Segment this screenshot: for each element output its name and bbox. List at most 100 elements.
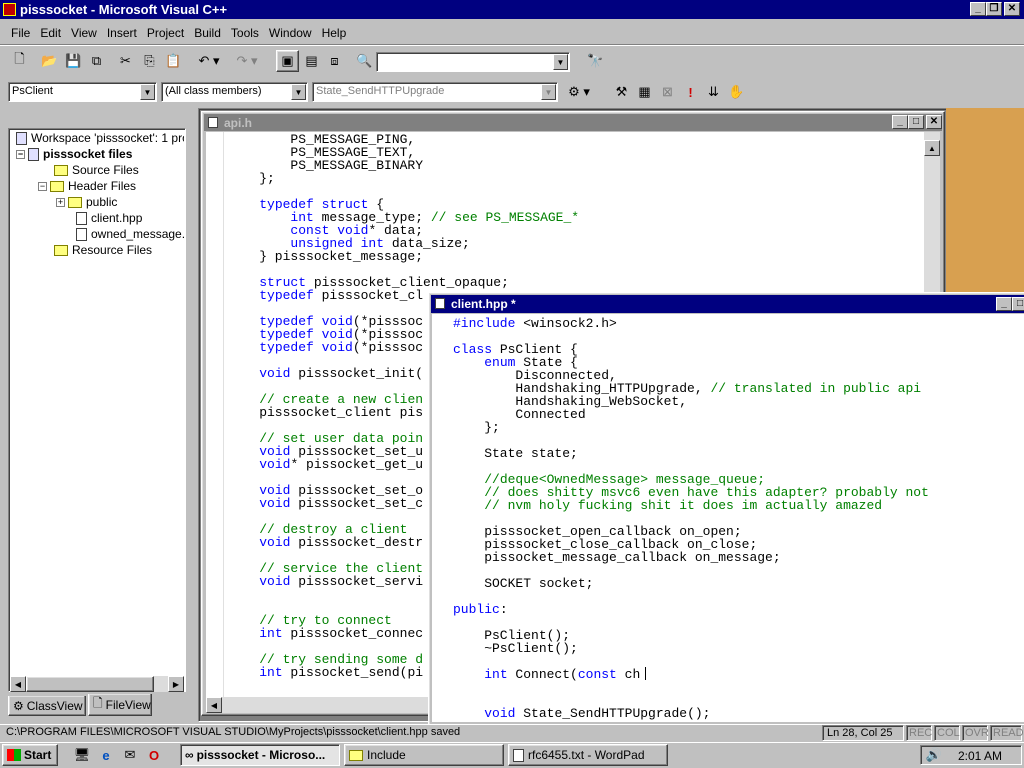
tree-header-files[interactable]: − Header Files [38,178,136,194]
copy-icon[interactable]: ⎘ [138,50,161,72]
stop-build-icon[interactable]: ⊠ [656,81,679,103]
menu-build[interactable]: Build [189,24,226,42]
class-combo[interactable]: PsClient ▼ [8,82,157,102]
client-code-view: #include <winsock2.h> class PsClient { en… [453,317,929,720]
task-pisssocket[interactable]: ∞ pisssocket - Microso... [180,744,340,766]
client-editor[interactable]: #include <winsock2.h> class PsClient { en… [432,314,1024,722]
header-files-label: Header Files [68,179,137,193]
menu-tools[interactable]: Tools [226,24,264,42]
folder-icon [68,197,82,209]
client-window-title-bar[interactable]: client.hpp * [431,295,1024,313]
background-window-region [946,108,1024,294]
close-button[interactable]: ✕ [1004,2,1020,16]
api-close-button[interactable]: ✕ [926,115,942,129]
execute-icon[interactable]: ! [679,81,702,103]
api-window-title-bar[interactable]: api.h [204,114,942,131]
wizard-action-icon[interactable]: ⚙ ▾ [562,81,596,103]
api-maximize-button[interactable]: □ [908,115,924,129]
scroll-right-icon[interactable]: ▶ [168,676,184,692]
compile-icon[interactable]: ⚒ [610,81,633,103]
folder-icon [349,749,363,761]
tree-public[interactable]: + public [56,194,117,210]
windows-logo-icon [7,749,21,761]
restore-button[interactable]: ❐ [986,2,1002,16]
scroll-left-icon[interactable]: ◀ [206,697,222,713]
open-icon[interactable]: 📂 [38,50,61,72]
code-line: PS_MESSAGE_BINARY [228,158,424,173]
tree-workspace-root[interactable]: Workspace 'pisssocket': 1 proje [16,130,184,146]
api-window-title: api.h [224,115,253,130]
workspace-toggle-icon[interactable]: ▣ [276,50,299,72]
redo-icon[interactable]: ↷ ▾ [230,50,264,72]
public-label: public [86,195,118,209]
status-ovr: OVR [962,725,989,741]
client-maximize-button[interactable]: □ [1012,297,1024,311]
document-icon [435,298,445,309]
tree-file-owned-message[interactable]: owned_message.h [76,226,184,242]
new-text-file-icon[interactable]: 🗋 [8,50,31,72]
start-label: Start [24,748,52,762]
app-title: pisssocket - Microsoft Visual C++ [20,2,228,17]
undo-icon[interactable]: ↶ ▾ [192,50,226,72]
build-icon[interactable]: ▦ [633,81,656,103]
task-wordpad[interactable]: rfc6455.txt - WordPad [508,744,668,766]
find-combo[interactable]: ▼ [376,52,570,72]
workspace-hscroll-thumb[interactable] [26,676,154,692]
app-title-bar[interactable]: pisssocket - Microsoft Visual C++ [0,0,1024,19]
breakpoint-hand-icon[interactable]: ✋ [725,81,748,103]
menu-file[interactable]: File [6,24,35,42]
save-icon[interactable]: 💾 [62,50,85,72]
code-line: int Connect(const ch [484,667,641,682]
window-list-icon[interactable]: ⧈ [323,50,346,72]
client-minimize-button[interactable]: _ [996,297,1012,311]
collapse-icon[interactable]: − [38,182,47,192]
api-minimize-button[interactable]: _ [892,115,908,129]
tree-file-client-hpp[interactable]: client.hpp [76,210,142,226]
project-label: pisssocket files [43,147,133,161]
minimize-button[interactable]: _ [970,2,986,16]
source-files-label: Source Files [72,163,139,177]
quick-launch-app-icon[interactable]: ✉ [120,744,140,766]
workspace-icon [16,132,27,146]
expand-icon[interactable]: + [56,198,65,208]
find-icon[interactable]: 🔭 [584,50,607,72]
paste-icon[interactable]: 📋 [162,50,185,72]
menu-help[interactable]: Help [317,24,352,42]
menu-edit[interactable]: Edit [35,24,66,42]
show-desktop-icon[interactable]: 🖥 [72,744,92,766]
code-line: public: [453,602,508,617]
tree-resource-files[interactable]: Resource Files [54,242,152,258]
tree-source-files[interactable]: Source Files [54,162,139,178]
function-combo-value: State_SendHTTPUpgrade [316,85,445,97]
start-button[interactable]: Start [2,744,58,766]
go-icon[interactable]: ⇊ [702,81,725,103]
menu-view[interactable]: View [66,24,102,42]
scroll-up-icon[interactable]: ▲ [924,140,940,156]
task-include[interactable]: Include [344,744,504,766]
opera-icon[interactable]: O [144,744,164,766]
menu-insert[interactable]: Insert [102,24,142,42]
tray-icon[interactable]: 🔊 [924,744,944,766]
menu-window[interactable]: Window [264,24,317,42]
file-label: owned_message.h [91,227,184,241]
function-combo[interactable]: State_SendHTTPUpgrade ▼ [312,82,558,102]
find-in-files-icon[interactable]: 🔍 [353,50,376,72]
status-message: C:\PROGRAM FILES\MICROSOFT VISUAL STUDIO… [6,726,461,738]
save-all-icon[interactable]: ⧉ [85,50,108,72]
menu-project[interactable]: Project [142,24,189,42]
collapse-icon[interactable]: − [16,150,25,160]
output-toggle-icon[interactable]: ▤ [300,50,323,72]
file-icon [76,212,87,226]
resource-files-label: Resource Files [72,243,153,257]
tab-classview[interactable]: ⚙ ClassView [8,696,86,716]
scroll-left-icon[interactable]: ◀ [10,676,26,692]
tree-project[interactable]: − pisssocket files [16,146,132,162]
members-combo[interactable]: (All class members) ▼ [161,82,308,102]
status-rec: REC [906,725,932,741]
cut-icon[interactable]: ✂ [114,50,137,72]
internet-explorer-icon[interactable]: e [96,744,116,766]
status-read: READ [990,725,1024,741]
tab-fileview[interactable]: 🗋 FileView [88,694,152,716]
clock[interactable]: 2:01 AM [958,749,1002,763]
